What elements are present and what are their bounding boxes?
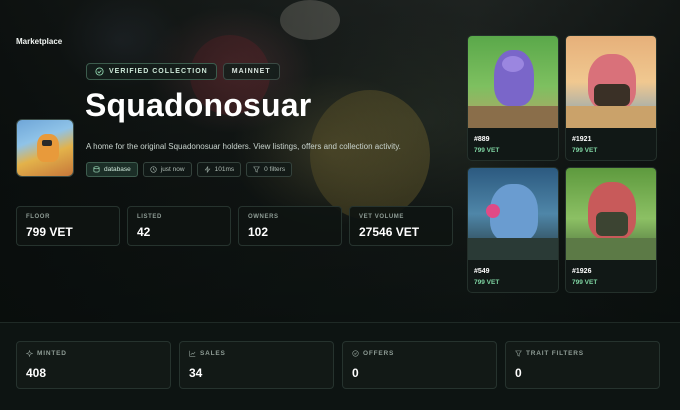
filters-label: 0 filters <box>264 166 286 173</box>
stat-value: 0 <box>515 366 522 380</box>
source-chip[interactable]: database <box>86 162 138 177</box>
volume-stat: VET VOLUME 27546 VET <box>349 206 453 246</box>
primary-stats: FLOOR 799 VET LISTED 42 OWNERS 102 VET V… <box>16 206 453 246</box>
stat-value: 799 VET <box>26 225 73 239</box>
collection-avatar <box>16 119 74 177</box>
stat-label: OFFERS <box>363 350 395 357</box>
chart-icon <box>189 350 196 357</box>
trait-filters-stat: TRAIT FILTERS 0 <box>505 341 660 389</box>
stat-label: SALES <box>200 350 226 357</box>
stat-label: LISTED <box>137 214 162 220</box>
secondary-stats: MINTED 408 SALES 34 OFFERS 0 TRAIT FILTE… <box>16 341 660 389</box>
nft-image <box>566 168 656 260</box>
verified-badge: VERIFIED COLLECTION <box>86 63 217 80</box>
updated-label: just now <box>160 166 185 173</box>
sales-stat: SALES 34 <box>179 341 334 389</box>
stat-value: 34 <box>189 366 203 380</box>
nft-id: #1921 <box>572 136 592 143</box>
verified-label: VERIFIED COLLECTION <box>109 68 208 75</box>
owners-stat: OWNERS 102 <box>238 206 342 246</box>
stat-value: 0 <box>352 366 359 380</box>
filters-chip[interactable]: 0 filters <box>246 162 293 177</box>
database-icon <box>93 166 100 173</box>
circle-check-icon <box>352 350 359 357</box>
network-badge: MAINNET <box>222 63 280 80</box>
nft-image <box>468 36 558 128</box>
nft-image <box>566 36 656 128</box>
source-label: database <box>104 166 131 173</box>
stat-value: 27546 VET <box>359 225 420 239</box>
stat-value: 408 <box>26 366 47 380</box>
nft-price: 799 VET <box>572 147 598 154</box>
stat-label: VET VOLUME <box>359 214 405 220</box>
floor-stat: FLOOR 799 VET <box>16 206 120 246</box>
stat-label: FLOOR <box>26 214 50 220</box>
network-label: MAINNET <box>231 68 271 75</box>
nft-card[interactable]: #1921 799 VET <box>565 35 657 161</box>
stat-value: 102 <box>248 225 269 239</box>
nft-card[interactable]: #889 799 VET <box>467 35 559 161</box>
banner-art <box>310 90 430 220</box>
filter-icon <box>253 166 261 173</box>
clock-icon <box>150 166 157 173</box>
nft-id: #549 <box>474 268 490 275</box>
latency-chip: 101ms <box>196 162 242 177</box>
nft-price: 799 VET <box>474 279 500 286</box>
sparkle-icon <box>26 350 33 357</box>
nft-price: 799 VET <box>474 147 500 154</box>
stat-value: 42 <box>137 225 151 239</box>
breadcrumb[interactable]: Marketplace <box>16 37 62 46</box>
filter-icon <box>515 350 522 357</box>
nft-id: #1926 <box>572 268 592 275</box>
banner-art <box>280 0 340 40</box>
listed-stat: LISTED 42 <box>127 206 231 246</box>
offers-stat: OFFERS 0 <box>342 341 497 389</box>
updated-chip: just now <box>142 162 192 177</box>
collection-badges: VERIFIED COLLECTION MAINNET <box>86 63 280 80</box>
stat-label: OWNERS <box>248 214 279 220</box>
stat-label: TRAIT FILTERS <box>526 350 584 357</box>
section-divider <box>0 322 680 323</box>
nft-card[interactable]: #549 799 VET <box>467 167 559 293</box>
nft-id: #889 <box>474 136 490 143</box>
nft-price: 799 VET <box>572 279 598 286</box>
minted-stat: MINTED 408 <box>16 341 171 389</box>
shield-check-icon <box>95 67 104 76</box>
collection-description: A home for the original Squadonosuar hol… <box>86 142 401 151</box>
nft-image <box>468 168 558 260</box>
stat-label: MINTED <box>37 350 67 357</box>
bolt-icon <box>204 166 210 173</box>
latency-label: 101ms <box>214 166 235 173</box>
status-chips: database just now 101ms 0 filters <box>86 162 293 177</box>
nft-card[interactable]: #1926 799 VET <box>565 167 657 293</box>
collection-title: Squadonosuar <box>85 87 312 123</box>
